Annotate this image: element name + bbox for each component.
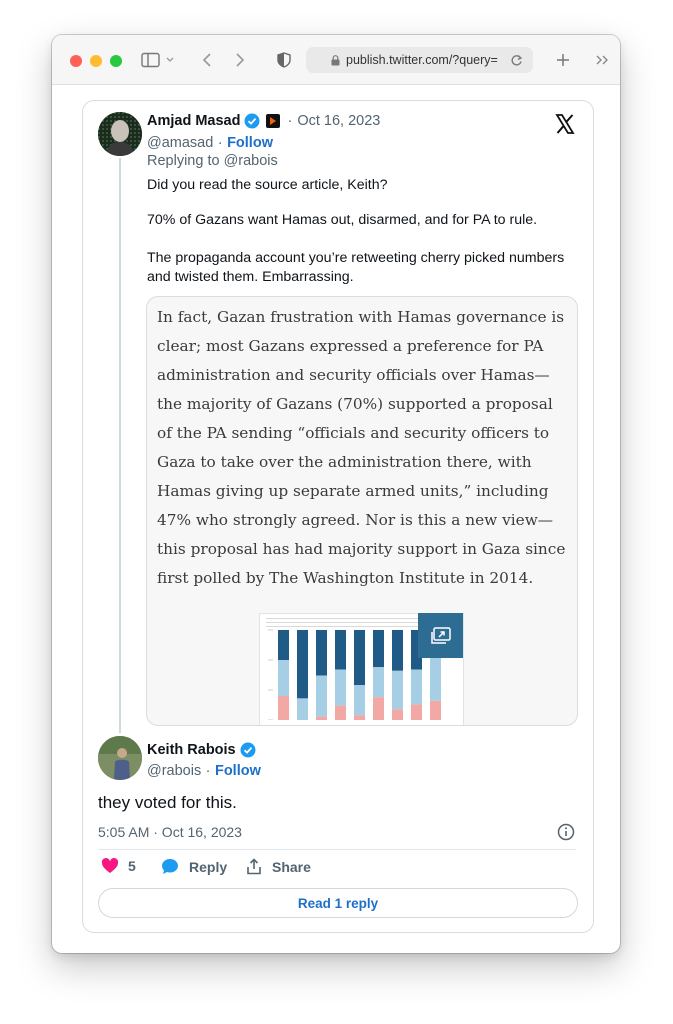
reload-icon[interactable] <box>510 54 523 67</box>
bar-segment-4-3 <box>335 705 346 720</box>
browser-window: publish.twitter.com/?query= Amjad Masad <box>52 35 620 953</box>
bar-segment-1-1 <box>278 630 289 660</box>
reply-author-name[interactable]: Keith Rabois <box>147 742 236 758</box>
bar-segment-8-2 <box>411 669 422 705</box>
amjad-avatar[interactable] <box>98 112 142 156</box>
close-window-button[interactable] <box>70 55 82 67</box>
avatar-image <box>98 736 142 780</box>
reply-label: Reply <box>189 858 228 875</box>
verified-badge-icon <box>244 113 260 129</box>
forward-icon[interactable] <box>231 49 249 71</box>
share-icon <box>247 858 261 875</box>
tweet-text-line-1: Did you read the source article, Keith? <box>147 177 388 193</box>
bar-segment-5-3 <box>354 715 365 720</box>
bar-segment-3-3 <box>316 716 327 720</box>
share-label: Share <box>272 858 311 875</box>
bar-segment-3-1 <box>316 630 327 676</box>
replying-to[interactable]: Replying to @rabois <box>147 153 278 169</box>
bar-segment-4-1 <box>335 630 346 670</box>
bar-segment-2-2 <box>297 698 308 720</box>
info-icon[interactable] <box>557 823 575 846</box>
lock-icon <box>331 54 340 66</box>
bar-segment-7-1 <box>392 630 403 671</box>
bar-segment-5-2 <box>354 685 365 716</box>
header-separator: · <box>287 113 293 129</box>
more-tabs-chevron-icon[interactable] <box>592 49 612 71</box>
privacy-shield-icon[interactable] <box>274 49 294 71</box>
maximize-window-button[interactable] <box>110 55 122 67</box>
bar-segment-4-2 <box>335 669 346 706</box>
speech-bubble-icon <box>162 859 178 874</box>
bar-segment-2-1 <box>297 630 308 699</box>
author-handle[interactable]: @amasad <box>147 135 213 151</box>
heart-icon <box>101 858 119 873</box>
like-count: 5 <box>128 858 136 874</box>
author-name[interactable]: Amjad Masad <box>147 113 240 129</box>
sidebar-toggle-icon[interactable] <box>140 49 176 71</box>
thread-connector-line <box>119 158 121 733</box>
bar-segment-6-2 <box>373 667 384 698</box>
bar-segment-3-2 <box>316 675 327 717</box>
bar-segment-9-3 <box>430 700 441 720</box>
reply-timestamp[interactable]: 5:05 AM · Oct 16, 2023 <box>98 824 242 840</box>
bar-segment-5-1 <box>354 630 365 686</box>
bar-segment-7-2 <box>392 670 403 710</box>
bar-segment-7-3 <box>392 709 403 720</box>
address-bar[interactable]: publish.twitter.com/?query= <box>306 47 533 73</box>
avatar-image <box>98 112 142 156</box>
affiliate-logo-icon <box>266 114 281 128</box>
quoted-article-text: In fact, Gazan frustration with Hamas go… <box>157 308 566 587</box>
browser-toolbar: publish.twitter.com/?query= <box>52 35 620 85</box>
minimize-window-button[interactable] <box>90 55 102 67</box>
reply-follow-link[interactable]: Follow <box>215 763 261 779</box>
keith-avatar[interactable] <box>98 736 142 780</box>
follow-link[interactable]: Follow <box>227 135 273 151</box>
bar-segment-6-3 <box>373 697 384 720</box>
divider <box>98 849 576 850</box>
tweet-text-line-2: 70% of Gazans want Hamas out, disarmed, … <box>147 212 538 228</box>
handle-separator: · <box>217 135 223 151</box>
bar-segment-1-2 <box>278 660 289 696</box>
expand-media-icon[interactable] <box>418 613 463 658</box>
new-tab-icon[interactable] <box>552 49 574 71</box>
bar-segment-1-3 <box>278 696 289 720</box>
url-text[interactable]: publish.twitter.com/?query= <box>346 53 504 67</box>
share-button[interactable]: Share <box>246 858 311 875</box>
tweet-date[interactable]: Oct 16, 2023 <box>297 113 380 129</box>
read-replies-button[interactable]: Read 1 reply <box>98 888 578 918</box>
reply-button[interactable]: Reply <box>161 858 227 875</box>
reply-text: they voted for this. <box>98 793 237 812</box>
quoted-article-card[interactable]: In fact, Gazan frustration with Hamas go… <box>146 296 578 726</box>
x-logo-icon[interactable] <box>555 114 575 139</box>
back-icon[interactable] <box>198 49 216 71</box>
tweet-embed-card: Amjad Masad · Oct 16, 2023 @amasad · Fol… <box>82 100 594 933</box>
handle-separator: · <box>205 763 211 779</box>
bar-segment-6-1 <box>373 630 384 668</box>
tweet-text-line-3: The propaganda account you’re retweeting… <box>147 250 565 285</box>
verified-badge-icon <box>240 742 256 758</box>
reply-author-handle[interactable]: @rabois <box>147 763 201 779</box>
like-button[interactable]: 5 <box>101 858 136 874</box>
bar-segment-8-3 <box>411 704 422 720</box>
